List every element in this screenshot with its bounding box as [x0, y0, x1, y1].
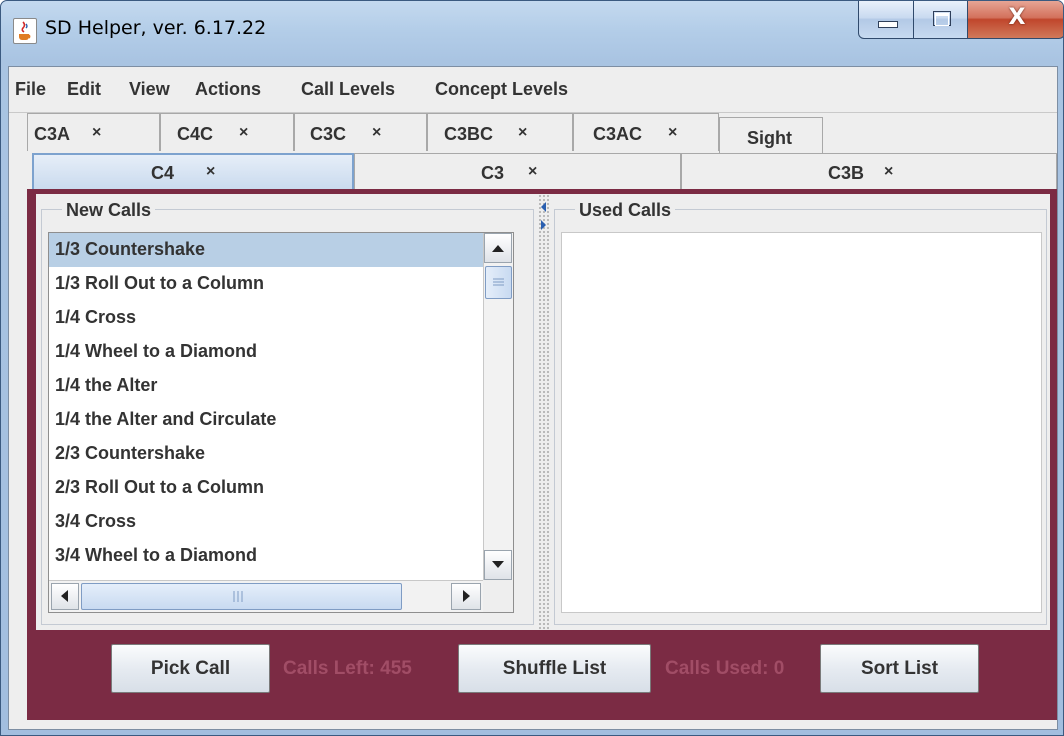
tab-label: C3C: [310, 124, 347, 144]
tab-label: C3A: [34, 124, 71, 144]
list-item[interactable]: 1/4 the Alter and Circulate: [49, 403, 483, 437]
tab-label: C3AC: [593, 124, 643, 144]
tab-label: C4C: [177, 124, 214, 144]
triangle-up-icon: [492, 245, 504, 252]
close-tab-icon[interactable]: ×: [884, 163, 893, 181]
tab-label: C3BC: [444, 124, 494, 144]
tab-c3b[interactable]: C3B ×: [681, 153, 1057, 190]
used-calls-title: Used Calls: [575, 200, 676, 221]
scroll-up-button[interactable]: [484, 233, 512, 263]
maximize-button[interactable]: [913, 1, 968, 39]
client-area: File Edit View Actions Call Levels Conce…: [8, 66, 1058, 730]
close-tab-icon[interactable]: ×: [518, 124, 527, 142]
horizontal-scrollbar[interactable]: [49, 580, 483, 612]
tab-label: Sight: [747, 128, 792, 148]
grip-icon: [233, 591, 243, 602]
tab-c3bc[interactable]: C3BC ×: [427, 113, 573, 151]
scroll-left-button[interactable]: [51, 583, 79, 610]
list-item[interactable]: 3/4 Cross: [49, 505, 483, 539]
scroll-down-button[interactable]: [484, 550, 512, 580]
tab-strip-row-2: C4 × C3 × C3B ×: [29, 153, 1057, 190]
horizontal-scroll-thumb[interactable]: [81, 583, 402, 610]
menu-view[interactable]: View: [129, 79, 170, 100]
close-tab-icon[interactable]: ×: [668, 124, 677, 142]
menu-edit[interactable]: Edit: [67, 79, 101, 100]
list-item[interactable]: 1/4 the Alter: [49, 369, 483, 403]
tab-label: C4: [151, 163, 175, 183]
close-tab-icon[interactable]: ×: [528, 163, 537, 181]
menu-concept-levels[interactable]: Concept Levels: [435, 79, 568, 100]
tab-c3ac[interactable]: C3AC ×: [573, 113, 719, 151]
new-calls-group: New Calls 1/3 Countershake 1/3 Roll Out …: [41, 200, 534, 625]
sort-list-button[interactable]: Sort List: [820, 644, 979, 693]
split-divider[interactable]: [538, 194, 550, 630]
tab-c4c[interactable]: C4C ×: [160, 113, 294, 151]
app-window: SD Helper, ver. 6.17.22 X File Edit View…: [0, 0, 1064, 736]
tab-c4[interactable]: C4 ×: [32, 153, 354, 190]
close-button[interactable]: X: [967, 1, 1063, 39]
close-tab-icon[interactable]: ×: [206, 163, 215, 181]
window-title: SD Helper, ver. 6.17.22: [45, 17, 267, 39]
calls-used-label: Calls Used: 0: [665, 658, 785, 679]
tab-content-panel: New Calls 1/3 Countershake 1/3 Roll Out …: [27, 189, 1057, 720]
close-tab-icon[interactable]: ×: [92, 124, 101, 142]
list-item[interactable]: 2/3 Countershake: [49, 437, 483, 471]
menu-file[interactable]: File: [15, 79, 46, 100]
triangle-right-icon: [463, 590, 470, 602]
scroll-right-button[interactable]: [451, 583, 481, 610]
tab-c3c[interactable]: C3C ×: [294, 113, 427, 151]
used-calls-group: Used Calls: [554, 200, 1047, 625]
minimize-button[interactable]: [858, 1, 914, 39]
vertical-scroll-thumb[interactable]: [485, 266, 512, 299]
close-tab-icon[interactable]: ×: [372, 124, 381, 142]
pick-call-button[interactable]: Pick Call: [111, 644, 270, 693]
tab-label: C3: [481, 163, 505, 183]
tab-sight[interactable]: Sight: [719, 117, 823, 153]
list-item[interactable]: 3/4 Wheel to a Diamond: [49, 539, 483, 573]
grip-icon: [493, 278, 504, 286]
new-calls-title: New Calls: [62, 200, 156, 221]
close-icon: X: [1008, 5, 1026, 30]
tab-label: C3B: [828, 163, 865, 183]
close-tab-icon[interactable]: ×: [239, 124, 248, 142]
used-calls-list[interactable]: [561, 232, 1042, 613]
split-pane: New Calls 1/3 Countershake 1/3 Roll Out …: [36, 194, 1050, 630]
java-cup-icon: [13, 18, 37, 44]
list-item[interactable]: 1/4 Cross: [49, 301, 483, 335]
tab-c3a[interactable]: C3A ×: [27, 113, 160, 151]
list-item[interactable]: 2/3 Roll Out to a Column: [49, 471, 483, 505]
maximize-icon: [933, 11, 951, 26]
calls-left-label: Calls Left: 455: [283, 658, 412, 679]
new-calls-list[interactable]: 1/3 Countershake 1/3 Roll Out to a Colum…: [48, 232, 514, 613]
vertical-scrollbar[interactable]: [483, 233, 513, 580]
list-item[interactable]: 1/4 Wheel to a Diamond: [49, 335, 483, 369]
tab-strip-row-1: C3A × C4C × C3C × C3BC × C3AC × Sight: [9, 113, 1057, 154]
shuffle-list-button[interactable]: Shuffle List: [458, 644, 651, 693]
menu-actions[interactable]: Actions: [195, 79, 261, 100]
triangle-down-icon: [492, 561, 504, 568]
tab-c3[interactable]: C3 ×: [354, 153, 681, 190]
menu-bar: File Edit View Actions Call Levels Conce…: [9, 67, 1057, 113]
menu-call-levels[interactable]: Call Levels: [301, 79, 395, 100]
collapse-arrows-icon[interactable]: [538, 200, 550, 240]
minimize-icon: [878, 21, 898, 28]
list-item[interactable]: 1/3 Roll Out to a Column: [49, 267, 483, 301]
list-item[interactable]: 1/3 Countershake: [49, 233, 483, 267]
title-bar[interactable]: SD Helper, ver. 6.17.22 X: [1, 1, 1063, 61]
scroll-corner: [483, 580, 513, 612]
triangle-left-icon: [61, 590, 68, 602]
